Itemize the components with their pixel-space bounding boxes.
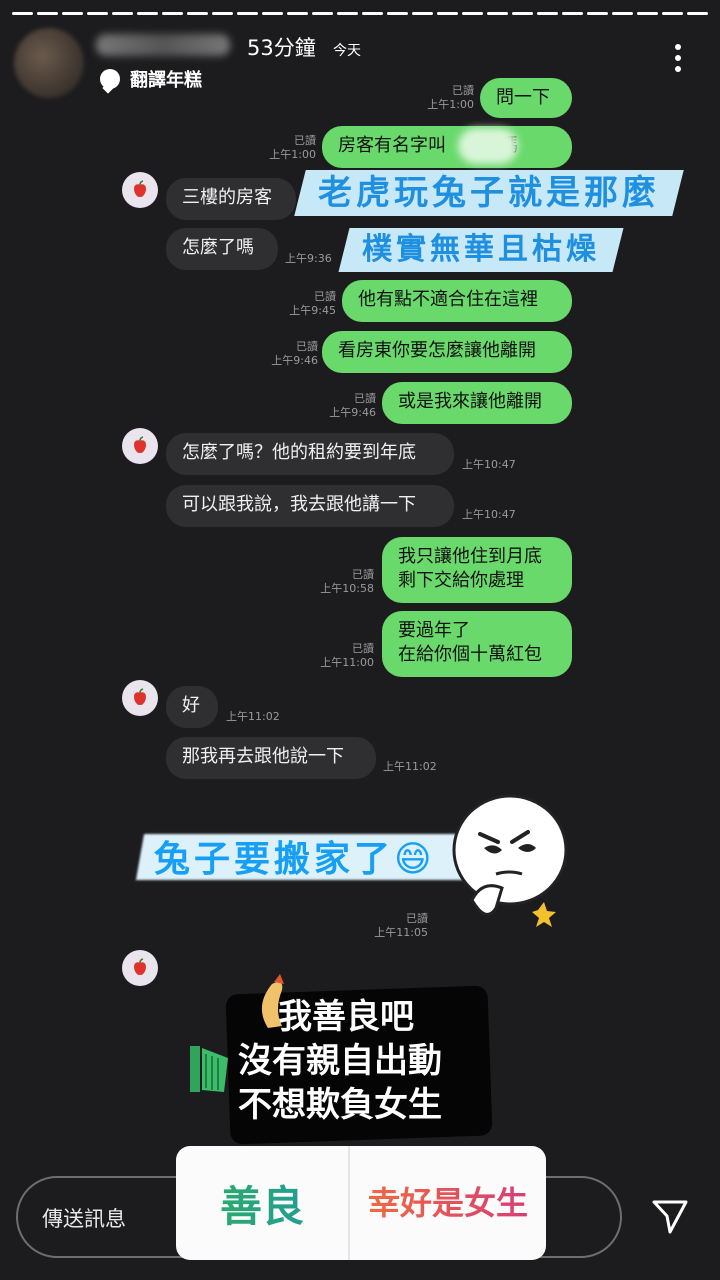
message-bubble-them[interactable]: 怎麼了嗎？他的租約要到年底 [166,433,454,475]
message-time: 上午10:47 [462,458,516,471]
read-receipt: 已讀 上午11:05 [374,912,428,939]
caption-banner-large: 兔子要搬家了😄 [135,830,475,882]
flexed-arm-icon [261,974,284,1028]
apple-avatar-icon[interactable] [122,428,158,464]
message-bubble-them[interactable]: 那我再去跟他說一下 [166,737,376,779]
message-time: 上午11:02 [383,760,437,773]
message-bubble-me[interactable]: 我只讓他住到月底 剩下交給你處理 [382,537,572,603]
author-name-blurred[interactable] [96,34,230,56]
message-bubble-me[interactable]: 或是我來讓他離開 [382,382,572,424]
apple-avatar-icon[interactable] [122,950,158,986]
read-receipt: 已讀 上午11:00 [320,642,374,669]
read-receipt: 已讀 上午9:46 [271,340,318,367]
message-bubble-me[interactable]: 要過年了 在給你個十萬紅包 [382,611,572,677]
read-receipt: 已讀 上午10:58 [320,568,374,595]
redacted-name-blur [458,128,518,164]
more-dots-icon[interactable] [668,44,688,76]
caption-banner: 老虎玩兔子就是那麼 [294,170,684,216]
read-receipt: 已讀 上午1:00 [269,134,316,161]
message-bubble-me[interactable]: 看房東你要怎麼讓他離開 [322,331,572,373]
message-time: 上午11:02 [226,710,280,723]
message-bubble-me[interactable]: 問一下 [480,78,572,118]
thinking-sticker-icon [452,794,568,927]
message-input-placeholder: 傳送訊息 [42,1207,126,1231]
caption-banner: 樸實無華且枯燥 [338,228,624,272]
apple-avatar-icon[interactable] [122,172,158,208]
poll-sticker[interactable]: 善良 幸好是女生 [176,1146,546,1260]
apple-avatar-icon[interactable] [122,680,158,716]
message-bubble-me[interactable]: 房客有名字叫 的嗎 [322,126,572,168]
message-bubble-them[interactable]: 三樓的房客 [166,178,296,220]
translate-icon [100,69,120,89]
story-progress [12,12,708,15]
read-receipt: 已讀 上午1:00 [427,84,474,111]
message-bubble-them[interactable]: 好 [166,686,218,728]
message-bubble-them[interactable]: 可以跟我說，我去跟他講一下 [166,485,454,527]
send-icon[interactable] [650,1196,690,1236]
post-time: 53分鐘 [247,36,316,60]
poll-option-b[interactable]: 幸好是女生 [350,1146,546,1260]
post-day: 今天 [333,43,361,59]
message-bubble-them[interactable]: 怎麼了嗎 [166,228,278,270]
poll-option-a[interactable]: 善良 [176,1146,350,1260]
message-time: 上午10:47 [462,508,516,521]
translate-row[interactable]: 翻譯年糕 [100,66,202,92]
broom-icon [190,1046,228,1092]
translate-label: 翻譯年糕 [130,70,202,91]
read-receipt: 已讀 上午9:45 [289,290,336,317]
message-time: 上午9:36 [285,252,332,265]
read-receipt: 已讀 上午9:46 [329,392,376,419]
message-bubble-me[interactable]: 他有點不適合住在這裡 [342,280,572,322]
author-avatar[interactable] [14,28,84,98]
